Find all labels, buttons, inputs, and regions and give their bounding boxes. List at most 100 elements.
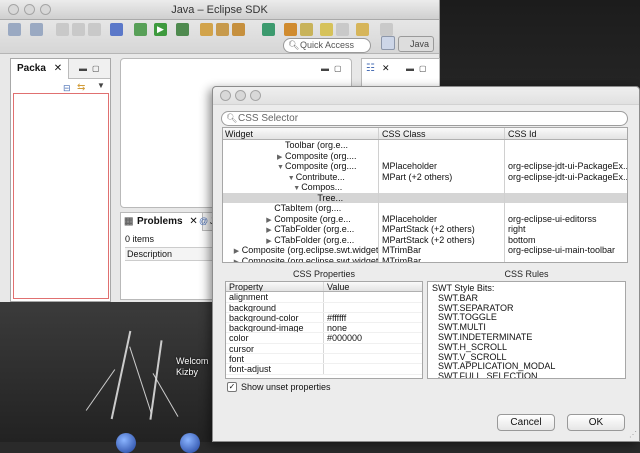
ok-button[interactable]: OK (567, 414, 625, 431)
zoom-dialog-button[interactable] (250, 90, 261, 101)
save-all-icon[interactable] (72, 23, 85, 36)
package-explorer-tree[interactable] (13, 93, 109, 299)
close-dialog-button[interactable] (220, 90, 231, 101)
minimize-dialog-button[interactable] (235, 90, 246, 101)
property-row[interactable]: font (226, 354, 422, 365)
tab-package-explorer[interactable]: Packa ✕ (11, 59, 70, 79)
collapsed-twisty-icon[interactable]: ▶ (266, 226, 274, 235)
css-id-cell: org-eclipse-jdt-ui-PackageEx... (508, 171, 627, 182)
css-rules-text[interactable]: SWT Style Bits: SWT.BAR SWT.SEPARATOR SWT.T… (427, 281, 626, 379)
property-row[interactable]: background (226, 302, 422, 313)
column-header-css-class[interactable]: CSS Class (379, 128, 505, 139)
outline-icon[interactable]: ☷ (366, 63, 375, 74)
css-id-cell (505, 256, 627, 263)
property-row[interactable]: alignment (226, 292, 422, 303)
run-icon[interactable]: ▶ (154, 23, 167, 36)
widget-tree-row[interactable]: ▶ Composite (org.... (223, 150, 627, 162)
css-properties-table[interactable]: Property Value alignment background backgr… (225, 281, 423, 379)
javadoc-tab-icon[interactable]: @ (199, 216, 208, 226)
tab-problems[interactable]: ▦ Problems ✕ (121, 213, 203, 231)
cancel-button[interactable]: Cancel (497, 414, 555, 431)
view-menu-icon[interactable]: ▼ (97, 81, 105, 90)
collapsed-twisty-icon[interactable]: ▶ (266, 237, 274, 246)
dock-icon[interactable] (180, 433, 200, 453)
print-icon[interactable] (88, 23, 101, 36)
save-icon[interactable] (56, 23, 69, 36)
show-unset-properties-option[interactable]: ✓ Show unset properties (227, 382, 331, 392)
close-icon[interactable]: ✕ (54, 63, 62, 74)
collapsed-twisty-icon[interactable]: ▶ (266, 216, 274, 225)
property-row[interactable]: background-color #ffffff (226, 312, 422, 324)
expanded-twisty-icon[interactable]: ▼ (277, 163, 285, 172)
open-perspective-icon[interactable] (381, 36, 395, 50)
debug-icon[interactable] (134, 23, 147, 36)
column-header-css-id[interactable]: CSS Id (505, 128, 627, 139)
widget-tree-row[interactable]: ▶ Composite (org.eclipse.swt.widgets) MTri… (223, 255, 627, 263)
zoom-window-button[interactable] (40, 4, 51, 15)
css-id-cell: org-eclipse-jdt-ui-PackageEx... (508, 161, 627, 171)
widget-cell: ▼Compos... (223, 182, 379, 193)
show-unset-label: Show unset properties (241, 382, 331, 392)
external-tools-icon[interactable] (176, 23, 189, 36)
minimize-window-button[interactable] (24, 4, 35, 15)
last-edit-icon[interactable] (336, 23, 349, 36)
link-with-editor-icon[interactable]: ⇆ (77, 82, 85, 93)
package-explorer-tabbar: Packa ✕ ▬▢ (11, 59, 110, 79)
close-icon[interactable]: ✕ (189, 216, 197, 227)
css-id-cell: right (508, 224, 526, 234)
close-window-button[interactable] (8, 4, 19, 15)
dock-icon[interactable] (116, 433, 136, 453)
open-type-icon[interactable] (262, 23, 275, 36)
minimize-maximize-icons[interactable]: ▬▢ (321, 64, 347, 73)
new-java-project-icon[interactable] (200, 23, 213, 36)
widget-tree-row[interactable]: ▼Contribute... MPart (+2 others) org-eclip… (223, 171, 627, 183)
resize-grip-icon[interactable]: ⋰ (629, 430, 637, 439)
expanded-twisty-icon[interactable]: ▼ (288, 174, 296, 183)
widget-tree-row[interactable]: ▶ CTabFolder (org.e... MPartStack (+2 othe… (223, 234, 627, 246)
open-task-icon[interactable] (300, 23, 313, 36)
widget-tree-row[interactable]: ▶ Composite (org.eclipse.swt.widgets) MTri… (223, 245, 627, 256)
widget-cell: ▶ Composite (org.e... (223, 213, 379, 225)
widget-tree-row[interactable]: CTabItem (org.... (223, 203, 627, 214)
widget-label: CTabFolder (org.e... (274, 234, 355, 245)
quick-access-input[interactable]: 🔍︎ Quick Access (283, 38, 371, 53)
widget-tree-row[interactable]: ▼Composite (org.... MPlaceholder org-eclip… (223, 161, 627, 172)
new-class-icon[interactable] (232, 23, 245, 36)
properties-rows: alignment background background-color #ffff… (226, 292, 422, 375)
widget-tree-row[interactable]: ▶ CTabFolder (org.e... MPartStack (+2 othe… (223, 224, 627, 235)
new-icon[interactable] (8, 23, 21, 36)
property-row[interactable]: color #000000 (226, 333, 422, 344)
forward-icon[interactable] (380, 23, 393, 36)
column-header-value[interactable]: Value (324, 282, 422, 291)
minimize-maximize-icons[interactable]: ▬▢ (406, 64, 432, 73)
collapsed-twisty-icon[interactable]: ▶ (234, 258, 242, 263)
collapsed-twisty-icon[interactable]: ▶ (277, 153, 285, 162)
show-unset-checkbox[interactable]: ✓ (227, 382, 237, 392)
column-header-property[interactable]: Property (226, 282, 324, 292)
widget-tree-row[interactable]: Tree... (223, 192, 627, 203)
problems-column-description[interactable]: Description (125, 247, 215, 261)
widget-tree-row[interactable]: Toolbar (org.e... (223, 140, 627, 151)
css-spy-dialog: 🔍︎ CSS Selector Widget CSS Class CSS Id … (212, 86, 640, 442)
eclipse-window-title: Java – Eclipse SDK (171, 4, 268, 16)
skip-breakpoints-icon[interactable] (110, 23, 123, 36)
close-icon[interactable]: ✕ (382, 63, 390, 74)
property-row[interactable]: font-adjust (226, 364, 422, 375)
new-wizard-icon[interactable] (30, 23, 43, 36)
java-perspective-button[interactable]: Java (398, 36, 434, 52)
property-row[interactable]: background-image none (226, 323, 422, 334)
back-icon[interactable] (356, 23, 369, 36)
collapsed-twisty-icon[interactable]: ▶ (234, 247, 242, 256)
widget-tree-row[interactable]: ▶ Composite (org.e... MPlaceholder org-ecli… (223, 213, 627, 225)
expanded-twisty-icon[interactable]: ▼ (293, 184, 301, 193)
widget-tree-row[interactable]: ▼Compos... (223, 182, 627, 193)
css-id-cell: org-eclipse-ui-main-toolbar (508, 245, 616, 255)
new-package-icon[interactable] (216, 23, 229, 36)
css-selector-input[interactable]: 🔍︎ CSS Selector (221, 111, 628, 126)
annotation-icon[interactable] (320, 23, 333, 36)
property-row[interactable]: cursor (226, 343, 422, 355)
column-header-widget[interactable]: Widget (223, 128, 379, 139)
minimize-maximize-icons[interactable]: ▬▢ (79, 64, 105, 73)
search-icon[interactable] (284, 23, 297, 36)
widget-tree[interactable]: Widget CSS Class CSS Id Toolbar (org.e..… (222, 127, 628, 263)
